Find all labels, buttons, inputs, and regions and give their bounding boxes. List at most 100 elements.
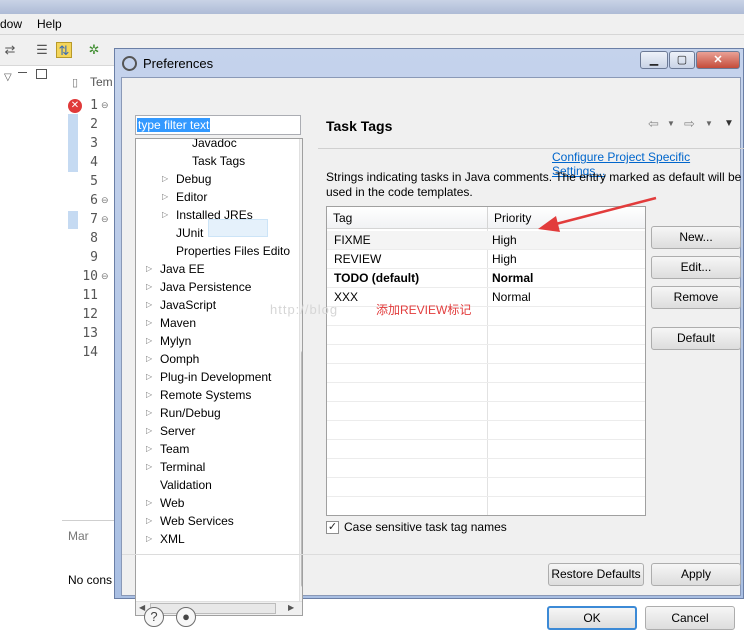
tree-item[interactable]: ▷ Mylyn xyxy=(136,332,296,350)
tree-item[interactable]: ▷ Team xyxy=(136,440,296,458)
tree-expand-icon[interactable]: ▷ xyxy=(146,278,154,296)
minimize-button[interactable]: ▁ xyxy=(640,51,668,69)
tree-item[interactable]: ▷ Server xyxy=(136,422,296,440)
tree-expand-icon[interactable]: ▷ xyxy=(162,206,170,224)
fold-icon[interactable]: ⊖ xyxy=(101,100,109,111)
column-header-tag[interactable]: Tag xyxy=(327,207,487,229)
filter-placeholder-text: type filter text xyxy=(137,118,211,132)
tree-item[interactable]: ▷ Terminal xyxy=(136,458,296,476)
tree-expand-icon[interactable]: ▷ xyxy=(146,494,154,512)
view-menu-icon[interactable]: ▼ xyxy=(724,118,734,129)
tree-expand-icon[interactable]: ▷ xyxy=(146,512,154,530)
tree-expand-icon[interactable]: ▷ xyxy=(146,404,154,422)
menu-help[interactable]: Help xyxy=(37,17,62,31)
case-sensitive-checkbox[interactable]: ✓ xyxy=(326,521,339,534)
tree-item[interactable]: ▷ Run/Debug xyxy=(136,404,296,422)
markers-tab[interactable]: Mar xyxy=(68,529,89,543)
forward-icon[interactable]: ⇨ xyxy=(684,116,695,132)
restore-defaults-button[interactable]: Restore Defaults xyxy=(548,563,644,586)
tree-item[interactable]: ▷ Web xyxy=(136,494,296,512)
close-button[interactable]: ✕ xyxy=(696,51,740,69)
ok-button[interactable]: OK xyxy=(547,606,637,630)
help-icon[interactable]: ? xyxy=(144,607,164,627)
minimize-icon[interactable] xyxy=(18,72,27,73)
tag-cell: TODO (default) xyxy=(334,271,420,285)
tree-item-label: Web Services xyxy=(160,514,234,528)
fold-icon[interactable]: ⊖ xyxy=(101,271,109,282)
tree-expand-icon[interactable]: ▷ xyxy=(146,296,154,314)
ide-menu-bar: dow Help xyxy=(0,14,744,35)
preferences-tree: Javadoc Task Tags ▷ Debug ▷ Editor ▷ Installed … xyxy=(135,138,303,616)
tree-expand-icon[interactable]: ▷ xyxy=(146,314,154,332)
table-row[interactable]: XXX Normal xyxy=(327,288,645,307)
table-row[interactable]: REVIEW High xyxy=(327,250,645,269)
line-number: 6 xyxy=(90,193,98,208)
dialog-title: Preferences xyxy=(143,56,214,71)
collapse-icon[interactable]: ▽ xyxy=(4,72,12,83)
toolbar-icon[interactable]: ⇄ xyxy=(2,42,18,58)
tree-expand-icon[interactable]: ▷ xyxy=(146,386,154,404)
tag-cell: FIXME xyxy=(334,233,371,247)
table-row-empty xyxy=(327,440,645,459)
toolbar-icon[interactable]: ⇅ xyxy=(56,42,72,58)
apply-button[interactable]: Apply xyxy=(651,563,741,586)
tree-item[interactable]: ▷ Remote Systems xyxy=(136,386,296,404)
toolbar-icon[interactable]: ☰ xyxy=(34,42,50,58)
tree-item[interactable]: Javadoc xyxy=(136,139,296,152)
tree-item[interactable]: ▷ Web Services xyxy=(136,512,296,530)
tree-item[interactable]: Validation xyxy=(136,476,296,494)
tree-vertical-scroll-thumb[interactable] xyxy=(301,351,302,587)
tree-item[interactable]: Properties Files Edito xyxy=(136,242,296,260)
edit-button[interactable]: Edit... xyxy=(651,256,741,279)
fold-icon[interactable]: ⊖ xyxy=(101,195,109,206)
tree-expand-icon[interactable]: ▷ xyxy=(146,530,154,548)
cancel-button[interactable]: Cancel xyxy=(645,606,735,630)
tree-item-label: Remote Systems xyxy=(160,388,252,402)
tree-expand-icon[interactable]: ▷ xyxy=(146,260,154,278)
tree-expand-icon[interactable]: ▷ xyxy=(146,368,154,386)
remove-button[interactable]: Remove xyxy=(651,286,741,309)
maximize-icon[interactable] xyxy=(36,69,47,79)
tree-item[interactable]: ▷ Debug xyxy=(136,170,296,188)
fold-icon[interactable]: ⊖ xyxy=(101,214,109,225)
annotation-arrow xyxy=(538,196,657,232)
tree-horizontal-scroll-thumb[interactable] xyxy=(150,603,276,614)
maximize-button[interactable]: ▢ xyxy=(669,51,695,69)
task-tags-table: Tag Priority FIXME High REVIEW High TODO (de… xyxy=(326,206,646,516)
package-explorer: ▽ xyxy=(0,66,63,599)
tree-expand-icon[interactable]: ▷ xyxy=(146,422,154,440)
tree-expand-icon[interactable]: ▷ xyxy=(162,188,170,206)
tree-item[interactable]: ▷ Editor xyxy=(136,188,296,206)
tree-expand-icon[interactable]: ▷ xyxy=(146,350,154,368)
tree-item[interactable]: JUnit xyxy=(136,224,296,242)
menu-window[interactable]: dow xyxy=(0,17,22,31)
toolbar-icon[interactable]: ✲ xyxy=(86,42,102,58)
table-row-empty xyxy=(327,421,645,440)
scroll-right-icon[interactable]: ▶ xyxy=(288,603,294,612)
tree-item-label: Server xyxy=(160,424,196,438)
forward-dropdown-icon[interactable]: ▼ xyxy=(705,119,713,128)
tree-item-label: JUnit xyxy=(176,226,204,240)
tree-item[interactable]: ▷ Installed JREs xyxy=(136,206,296,224)
tree-item[interactable]: Task Tags xyxy=(136,152,296,170)
tree-item[interactable]: ▷ Plug-in Development xyxy=(136,368,296,386)
tree-item-label: Terminal xyxy=(160,460,206,474)
scroll-left-icon[interactable]: ◀ xyxy=(139,603,145,612)
tree-expand-icon[interactable]: ▷ xyxy=(146,458,154,476)
table-row[interactable]: TODO (default) Normal xyxy=(327,269,645,288)
import-export-icon[interactable]: ● xyxy=(176,607,196,627)
table-row-empty xyxy=(327,478,645,497)
new-button[interactable]: New... xyxy=(651,226,741,249)
editor-tab[interactable]: Tem xyxy=(90,75,113,89)
tree-item[interactable]: ▷ XML xyxy=(136,530,296,548)
default-button[interactable]: Default xyxy=(651,327,741,350)
tree-item[interactable]: ▷ Java EE xyxy=(136,260,296,278)
tree-expand-icon[interactable]: ▷ xyxy=(146,440,154,458)
back-icon[interactable]: ⇦ xyxy=(648,116,659,132)
line-number: 1 xyxy=(90,98,98,113)
tree-item[interactable]: ▷ Java Persistence xyxy=(136,278,296,296)
tree-expand-icon[interactable]: ▷ xyxy=(162,170,170,188)
tree-item[interactable]: ▷ Oomph xyxy=(136,350,296,368)
tree-expand-icon[interactable]: ▷ xyxy=(146,332,154,350)
back-dropdown-icon[interactable]: ▼ xyxy=(667,119,675,128)
